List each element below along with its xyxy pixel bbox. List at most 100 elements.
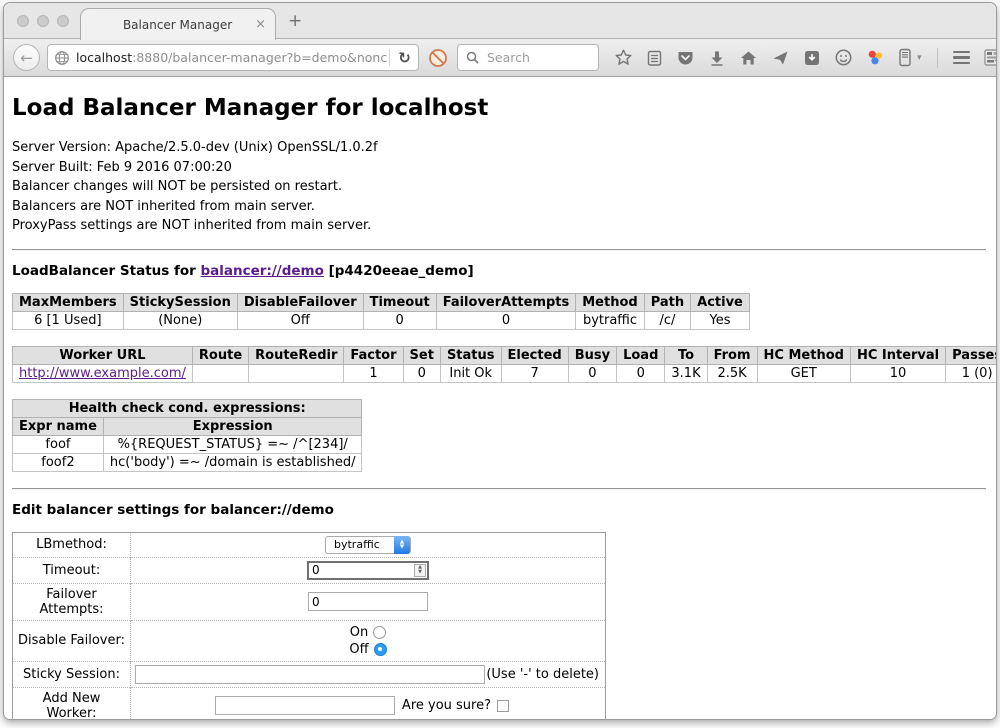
worker-value-cell: 10 [850, 364, 945, 382]
expression-header: Expression [103, 417, 362, 435]
adblock-icon[interactable] [428, 48, 448, 68]
expr-name-cell: foof [13, 435, 104, 453]
failover-attempts-input[interactable] [308, 592, 428, 611]
balancer-header-cell: StickySession [123, 293, 237, 311]
lbmethod-select[interactable]: bytraffic ▲▼ [325, 536, 411, 554]
form-row-failover-attempts: Failover Attempts: [13, 583, 606, 620]
back-button[interactable]: ← [13, 44, 40, 71]
url-bar[interactable]: localhost:8880/balancer-manager?b=demo&n… [47, 44, 419, 71]
worker-value-cell: 0 [568, 364, 616, 382]
url-path: :8880/balancer-manager?b=demo&nonce=decc… [132, 50, 388, 65]
worker-header-cell: Worker URL [13, 346, 193, 364]
section-divider [12, 249, 986, 251]
table-row: foof %{REQUEST_STATUS} =~ /^[234]/ [13, 435, 362, 453]
download-icon[interactable] [708, 49, 726, 67]
on-label: On [350, 625, 368, 640]
lbmethod-label: LBmethod: [13, 532, 131, 557]
window-controls [17, 15, 69, 27]
worker-header-cell: Elected [501, 346, 568, 364]
lbmethod-selected-value: bytraffic [334, 538, 380, 551]
balancer-value-cell: 0 [436, 311, 576, 329]
table-header-row: Expr name Expression [13, 417, 362, 435]
failover-attempts-label: Failover Attempts: [13, 583, 131, 620]
form-row-sticky-session: Sticky Session: (Use '-' to delete) [13, 661, 606, 687]
balancer-value-cell: 0 [363, 311, 436, 329]
chat-smiley-icon[interactable] [834, 48, 853, 67]
off-label: Off [349, 642, 368, 657]
worker-value-cell [249, 364, 344, 382]
disable-failover-on-radio[interactable] [373, 626, 386, 639]
url-text[interactable]: localhost:8880/balancer-manager?b=demo&n… [76, 50, 388, 65]
worker-header-cell: Route [192, 346, 248, 364]
navigation-toolbar: ← localhost:8880/balancer-manager?b=demo… [4, 39, 996, 77]
sticky-session-label: Sticky Session: [13, 661, 131, 687]
reload-button[interactable]: ↻ [391, 49, 418, 67]
form-row-lbmethod: LBmethod: bytraffic ▲▼ [13, 532, 606, 557]
worker-value-cell: 0 [403, 364, 440, 382]
colored-dots-icon[interactable] [866, 48, 885, 67]
worker-header-cell: RouteRedir [249, 346, 344, 364]
worker-value-cell: 1 (0) [946, 364, 996, 382]
server-built-line: Server Built: Feb 9 2016 07:00:20 [12, 158, 986, 178]
add-worker-input[interactable] [215, 696, 395, 715]
balancer-value-cell: /c/ [644, 311, 690, 329]
search-input[interactable] [485, 49, 585, 66]
number-spinner-icon[interactable]: ▲▼ [414, 564, 426, 577]
disable-failover-off-radio[interactable] [374, 643, 387, 656]
timeout-field-wrap: ▲▼ [307, 561, 429, 580]
reading-list-icon[interactable] [646, 49, 663, 67]
worker-value-cell: Init Ok [440, 364, 501, 382]
edit-balancer-heading: Edit balancer settings for balancer://de… [12, 502, 986, 518]
home-icon[interactable] [739, 49, 758, 67]
bookmark-star-icon[interactable] [614, 48, 633, 67]
worker-value-cell: 2.5K [707, 364, 757, 382]
new-tab-button[interactable]: + [288, 11, 302, 31]
close-window-button[interactable] [17, 15, 29, 27]
worker-header-cell: Set [403, 346, 440, 364]
worker-value-cell [192, 364, 248, 382]
timeout-input[interactable] [309, 563, 414, 577]
timeout-label: Timeout: [13, 557, 131, 583]
balancer-value-cell: bytraffic [576, 311, 644, 329]
expression-cell: hc('body') =~ /domain is established/ [103, 453, 362, 471]
tab-close-icon[interactable]: × [255, 18, 266, 31]
extension-icon[interactable] [983, 48, 997, 67]
balancer-header-cell: FailoverAttempts [436, 293, 576, 311]
zoom-window-button[interactable] [57, 15, 69, 27]
search-bar[interactable] [457, 44, 599, 71]
balancer-value-cell: Off [237, 311, 363, 329]
container-icon[interactable] [898, 48, 912, 67]
pocket-icon[interactable] [676, 49, 695, 67]
balancer-value-cell: 6 [1 Used] [13, 311, 124, 329]
persist-note-line: Balancer changes will NOT be persisted o… [12, 177, 986, 197]
balancer-header-cell: Timeout [363, 293, 436, 311]
worker-value-cell: 0 [617, 364, 665, 382]
section-divider [12, 488, 986, 490]
balancer-header-cell: Method [576, 293, 644, 311]
worker-header-cell: Busy [568, 346, 616, 364]
send-icon[interactable] [771, 49, 790, 67]
balancer-status-table: MaxMembersStickySessionDisableFailoverTi… [12, 293, 750, 330]
browser-window: Balancer Manager × + ← localhost:8880/ba… [3, 2, 997, 720]
balancer-value-cell: (None) [123, 311, 237, 329]
sticky-session-input[interactable] [135, 665, 485, 684]
worker-header-cell: Passes [946, 346, 996, 364]
worker-url-link[interactable]: http://www.example.com/ [19, 366, 186, 381]
table-title-row: Health check cond. expressions: [13, 399, 362, 417]
balancer-settings-form: LBmethod: bytraffic ▲▼ Timeout: ▲▼ [12, 532, 606, 721]
worker-header-cell: Load [617, 346, 665, 364]
minimize-window-button[interactable] [37, 15, 49, 27]
menu-button[interactable] [953, 51, 970, 65]
worker-url-cell: http://www.example.com/ [13, 364, 193, 382]
status-suffix: [p4420eeae_demo] [324, 263, 474, 279]
balancer-header-cell: Active [691, 293, 750, 311]
toolbar-divider [937, 48, 938, 68]
worker-value-cell: GET [757, 364, 850, 382]
tab-balancer-manager[interactable]: Balancer Manager × [80, 8, 276, 40]
are-you-sure-checkbox[interactable] [497, 700, 509, 712]
worker-header-cell: To [665, 346, 707, 364]
chevron-down-icon[interactable]: ▾ [917, 53, 922, 63]
save-to-device-icon[interactable] [803, 49, 821, 67]
balancer-demo-link[interactable]: balancer://demo [201, 263, 324, 279]
form-row-add-worker: Add New Worker: Are you sure? [13, 687, 606, 720]
